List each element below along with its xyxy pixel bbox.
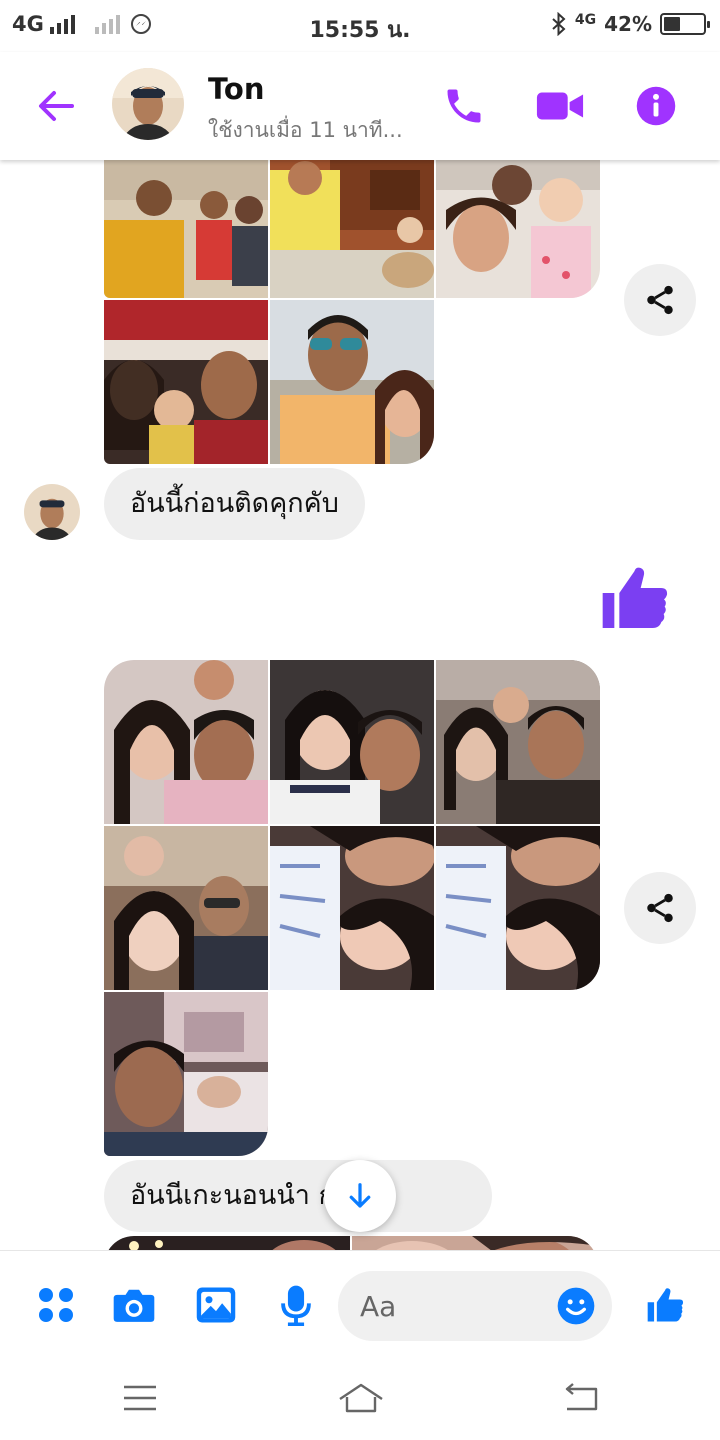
arrow-down-icon: [349, 1183, 371, 1208]
share-button[interactable]: [624, 872, 696, 944]
photo-thumbnail[interactable]: [104, 826, 268, 990]
menu-button[interactable]: [118, 1378, 162, 1418]
back-arrow-icon: [39, 91, 74, 121]
status-right: 4G 42%: [551, 12, 710, 36]
emoji-icon: [557, 1287, 595, 1325]
sender-avatar[interactable]: [24, 484, 80, 540]
call-button[interactable]: [438, 80, 490, 132]
message-list[interactable]: อันนี้ก่อนติดคุกคับ อันนีเกะนอนนำ กมื้อย…: [0, 160, 720, 1250]
grid-dots-icon: [39, 1288, 73, 1322]
image-icon: [196, 1287, 236, 1323]
back-button[interactable]: [32, 82, 80, 130]
photo-thumbnail[interactable]: [104, 1236, 350, 1250]
conversation-header: Ton ใช้งานเมื่อ 11 นาที...: [0, 52, 720, 160]
photo-thumbnail[interactable]: [436, 160, 600, 298]
photo-thumbnail[interactable]: [352, 1236, 598, 1250]
home-icon: [339, 1383, 383, 1413]
thumbs-up-icon: [647, 1288, 684, 1322]
bluetooth-icon: [552, 12, 566, 36]
photo-thumbnail[interactable]: [270, 660, 434, 824]
gallery-button[interactable]: [194, 1283, 238, 1327]
photo-thumbnail[interactable]: [104, 992, 268, 1156]
battery-icon: [660, 13, 710, 35]
sent-like[interactable]: [596, 558, 676, 638]
battery-percent: 42%: [604, 12, 652, 36]
photo-thumbnail[interactable]: [104, 300, 268, 464]
scroll-to-bottom-button[interactable]: [324, 1160, 396, 1232]
home-button[interactable]: [336, 1378, 386, 1418]
back-nav-button[interactable]: [558, 1378, 602, 1418]
network-right-label: 4G: [574, 12, 597, 28]
camera-icon: [113, 1289, 155, 1322]
photo-thumbnail[interactable]: [436, 826, 600, 990]
contact-status: ใช้งานเมื่อ 11 นาที...: [208, 118, 403, 142]
emoji-button[interactable]: [556, 1286, 596, 1326]
received-message[interactable]: อันนีเกะนอนนำ กมื้อยุ: [104, 1160, 492, 1232]
received-message[interactable]: อันนี้ก่อนติดคุกคับ: [104, 468, 365, 540]
message-input[interactable]: [360, 1271, 540, 1341]
photo-thumbnail[interactable]: [104, 660, 268, 824]
status-bar: 4G 15:55 น. 4G 42%: [0, 0, 720, 52]
phone-icon: [447, 89, 481, 123]
share-icon: [647, 893, 673, 923]
info-icon: [636, 86, 676, 126]
menu-icon: [124, 1385, 156, 1411]
message-composer: [0, 1250, 720, 1360]
camera-button[interactable]: [112, 1283, 156, 1327]
photo-thumbnail[interactable]: [270, 160, 434, 298]
apps-button[interactable]: [34, 1283, 78, 1327]
message-input-field: [338, 1271, 612, 1341]
return-icon: [565, 1383, 598, 1411]
voice-button[interactable]: [274, 1283, 318, 1327]
contact-avatar[interactable]: [112, 68, 184, 140]
like-button[interactable]: [644, 1283, 688, 1327]
thumbs-up-icon: [602, 567, 668, 628]
photo-thumbnail[interactable]: [270, 300, 434, 464]
info-button[interactable]: [630, 80, 682, 132]
share-icon: [647, 285, 673, 315]
system-navigation-bar: [0, 1360, 720, 1440]
share-button[interactable]: [624, 264, 696, 336]
video-call-button[interactable]: [534, 80, 586, 132]
photo-thumbnail[interactable]: [104, 160, 268, 298]
video-camera-icon: [536, 92, 584, 120]
microphone-icon: [281, 1285, 311, 1326]
photo-thumbnail[interactable]: [270, 826, 434, 990]
photo-thumbnail[interactable]: [436, 660, 600, 824]
contact-name: Ton: [208, 72, 265, 106]
